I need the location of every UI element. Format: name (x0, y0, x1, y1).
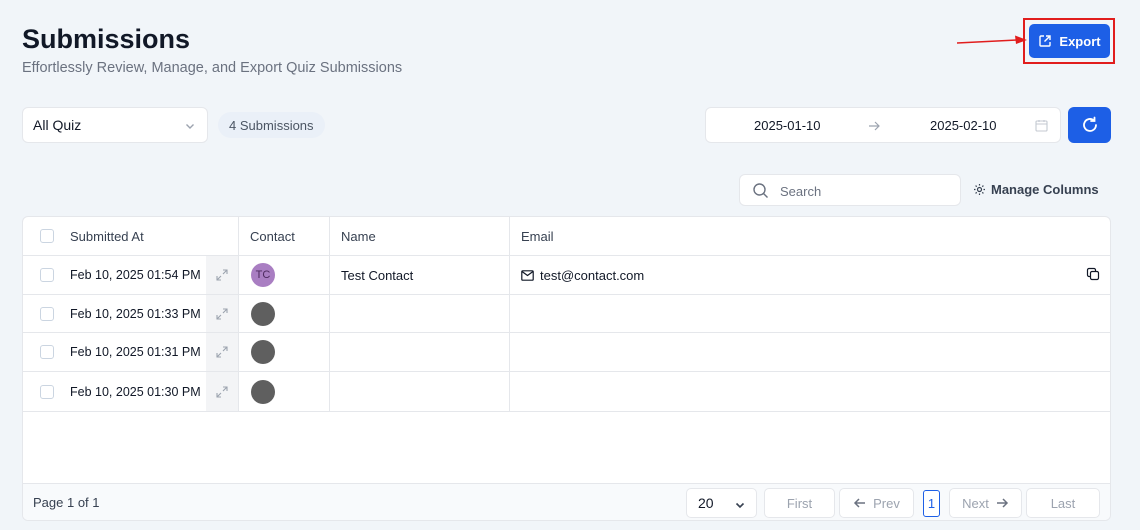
expand-icon (216, 307, 228, 320)
date-end[interactable]: 2025-02-10 (930, 118, 997, 133)
table-footer: Page 1 of 1 20 First Prev 1 Next Last (23, 483, 1110, 520)
search-icon (753, 183, 768, 198)
row-checkbox[interactable] (40, 306, 54, 321)
row-checkbox[interactable] (40, 384, 54, 399)
select-all-checkbox[interactable] (40, 229, 54, 243)
copy-icon[interactable] (1086, 267, 1100, 281)
submitted-at-cell: Feb 10, 2025 01:30 PM (70, 384, 201, 399)
expand-row-button[interactable] (206, 333, 238, 371)
column-header-contact[interactable]: Contact (250, 217, 295, 255)
export-label: Export (1059, 33, 1101, 49)
column-header-email[interactable]: Email (521, 217, 554, 255)
expand-row-button[interactable] (206, 256, 238, 294)
email-cell: test@contact.com (540, 267, 645, 283)
gear-icon (974, 184, 985, 195)
export-icon (1039, 35, 1052, 47)
arrow-right-icon (869, 121, 880, 131)
column-header-submitted-at[interactable]: Submitted At (70, 217, 144, 255)
current-page-button[interactable]: 1 (923, 490, 940, 517)
per-page-value: 20 (698, 495, 714, 511)
quiz-select-value: All Quiz (33, 117, 82, 133)
quiz-select[interactable]: All Quiz (22, 107, 208, 143)
mail-icon (521, 269, 534, 281)
search-box[interactable] (739, 174, 961, 206)
next-page-label: Next (962, 495, 989, 511)
expand-icon (216, 269, 228, 281)
submitted-at-cell: Feb 10, 2025 01:33 PM (70, 306, 201, 321)
search-input[interactable] (780, 181, 950, 201)
table-row[interactable]: Feb 10, 2025 01:54 PM TC Test Contact te… (23, 256, 1110, 295)
last-page-button[interactable]: Last (1026, 488, 1100, 518)
export-button[interactable]: Export (1029, 24, 1110, 58)
chevron-down-icon (186, 124, 194, 129)
submitted-at-cell: Feb 10, 2025 01:31 PM (70, 345, 201, 359)
arrow-left-icon (854, 498, 866, 508)
page-title: Submissions (22, 24, 191, 54)
first-page-label: First (786, 495, 813, 511)
manage-columns-button[interactable]: Manage Columns (973, 182, 1099, 197)
prev-page-button[interactable]: Prev (839, 488, 914, 518)
refresh-icon (1082, 116, 1097, 132)
avatar (251, 379, 275, 404)
arrow-right-icon (996, 498, 1008, 508)
page-info: Page 1 of 1 (33, 495, 100, 510)
first-page-button[interactable]: First (764, 488, 835, 518)
next-page-button[interactable]: Next (949, 488, 1022, 518)
refresh-button[interactable] (1068, 107, 1111, 143)
row-checkbox[interactable] (40, 345, 54, 359)
page-subtitle: Effortlessly Review, Manage, and Export … (22, 60, 403, 76)
expand-icon (216, 385, 228, 398)
avatar: TC (251, 263, 275, 287)
table-row[interactable]: Feb 10, 2025 01:31 PM (23, 333, 1110, 372)
name-cell: Test Contact (341, 267, 414, 283)
prev-page-label: Prev (873, 495, 900, 511)
column-header-name[interactable]: Name (341, 217, 376, 255)
table-row[interactable]: Feb 10, 2025 01:33 PM (23, 295, 1110, 333)
per-page-select[interactable]: 20 (686, 488, 757, 518)
submitted-at-cell: Feb 10, 2025 01:54 PM (70, 268, 201, 282)
last-page-label: Last (1050, 495, 1076, 511)
table-row[interactable]: Feb 10, 2025 01:30 PM (23, 372, 1110, 412)
avatar (251, 301, 275, 326)
expand-row-button[interactable] (206, 372, 238, 411)
date-start[interactable]: 2025-01-10 (754, 118, 821, 133)
table-header-row: Submitted At Contact Name Email (23, 217, 1110, 256)
submission-count-badge: 4 Submissions (218, 112, 325, 138)
expand-row-button[interactable] (206, 295, 238, 332)
manage-columns-label: Manage Columns (991, 182, 1099, 197)
row-checkbox[interactable] (40, 268, 54, 282)
expand-icon (216, 346, 228, 358)
calendar-icon (1035, 120, 1048, 132)
submissions-table: Submitted At Contact Name Email Feb 10, … (22, 216, 1111, 521)
avatar (251, 340, 275, 364)
date-range-picker[interactable]: 2025-01-10 2025-02-10 (705, 107, 1061, 143)
chevron-down-icon (735, 502, 745, 509)
annotation-arrow-icon (957, 35, 1027, 44)
